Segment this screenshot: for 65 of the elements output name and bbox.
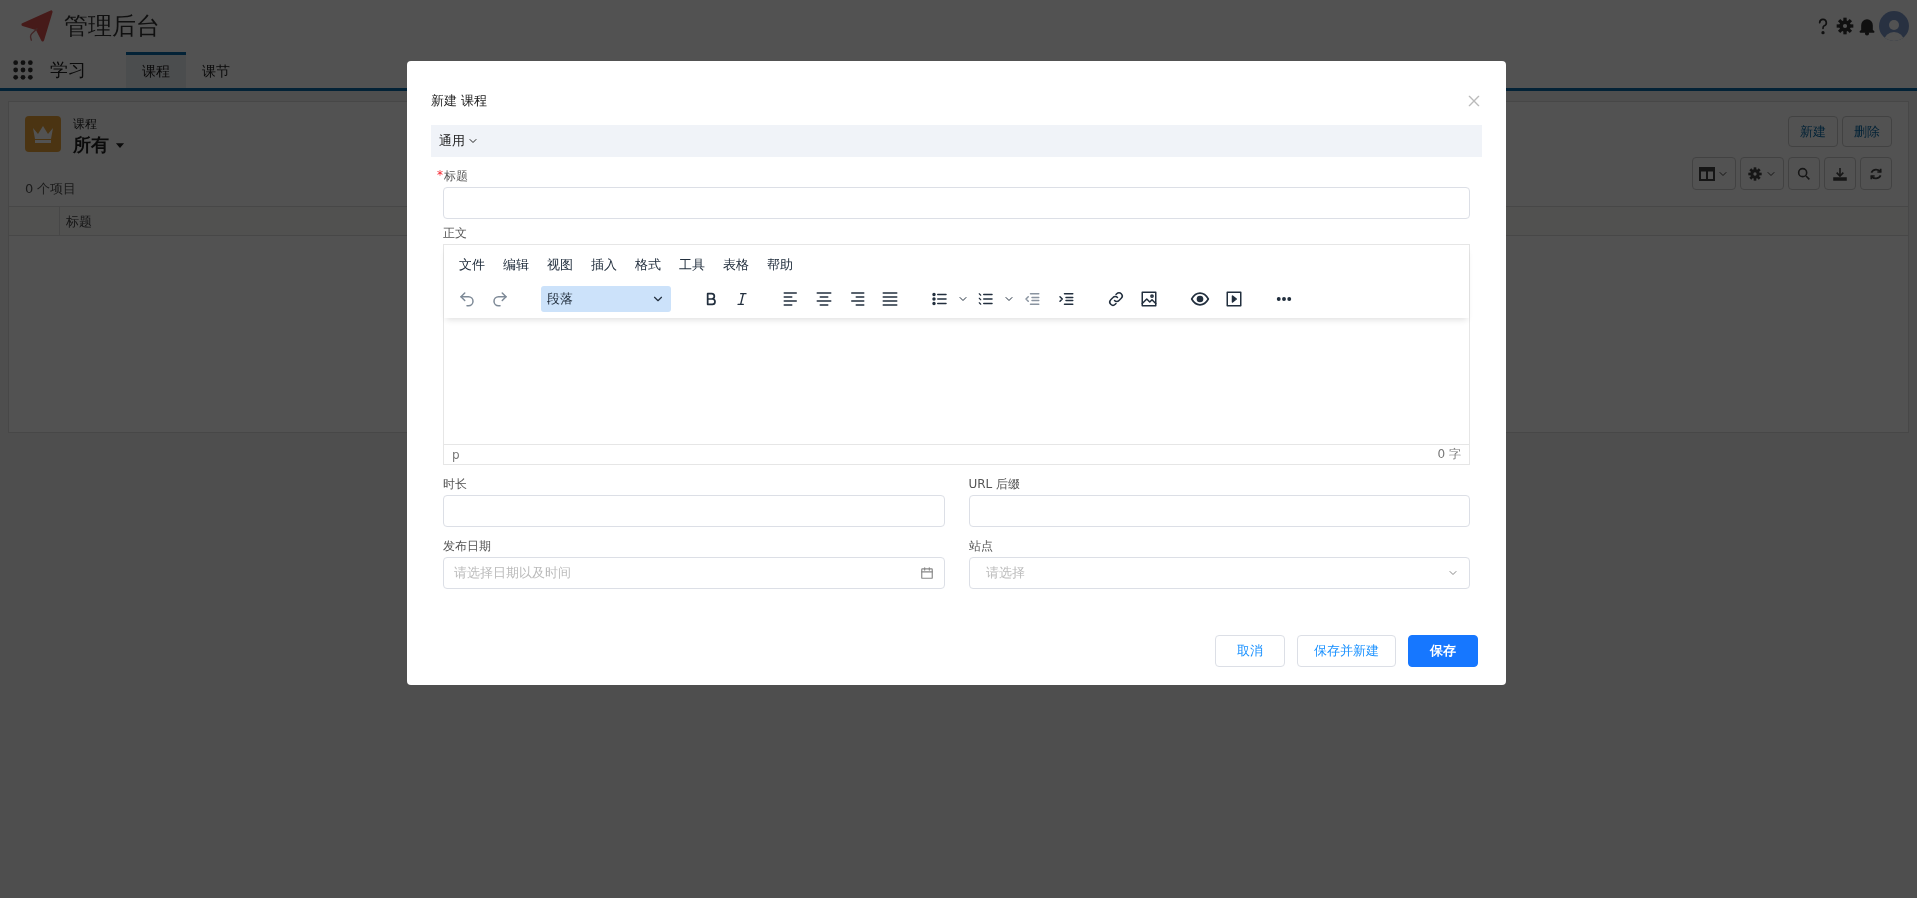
input-field[interactable]	[443, 187, 1470, 219]
crown-icon	[25, 116, 61, 152]
required-mark: *	[437, 168, 443, 184]
word-count: 0 字	[1437, 446, 1461, 463]
input-field[interactable]	[443, 495, 945, 527]
dialog-button[interactable]: 取消	[1215, 635, 1285, 667]
calendar-icon	[919, 566, 934, 580]
align-center-icon[interactable]	[815, 290, 833, 308]
gear-icon	[1747, 165, 1763, 182]
field-label: 时长	[443, 476, 467, 493]
dialog-button[interactable]: 保存并新建	[1297, 635, 1396, 667]
outdent-icon[interactable]	[1023, 290, 1041, 308]
editor-menu[interactable]: 文件	[452, 255, 492, 276]
editor-menu[interactable]: 插入	[584, 255, 624, 276]
nav-tab[interactable]: 课节	[186, 52, 246, 88]
app-name: 学习	[50, 58, 86, 82]
avatar[interactable]	[1879, 11, 1909, 41]
field-label: URL 后缀	[968, 476, 1021, 493]
editor-menu[interactable]: 格式	[628, 255, 668, 276]
input-field[interactable]	[968, 495, 1470, 527]
editor-menu[interactable]: 工具	[672, 255, 712, 276]
list-action-button[interactable]: 新建	[1788, 116, 1838, 147]
list-view-name[interactable]: 所有	[73, 133, 109, 157]
columns-icon	[1699, 166, 1715, 181]
align-justify-icon[interactable]	[881, 290, 899, 308]
nav-tab[interactable]: 课程	[126, 52, 186, 88]
element-path: p	[452, 447, 460, 462]
format-select[interactable]: 段落	[541, 286, 671, 312]
dialog-button[interactable]: 保存	[1408, 635, 1478, 667]
field-label: 正文	[443, 225, 468, 242]
download-button[interactable]	[1824, 157, 1856, 190]
object-label: 课程	[73, 116, 98, 133]
field-label: 发布日期	[443, 538, 491, 555]
list-action-button[interactable]: 删除	[1842, 116, 1892, 147]
editor-menu[interactable]: 编辑	[496, 255, 536, 276]
eye-icon[interactable]	[1190, 289, 1210, 309]
app-title: 管理后台	[64, 11, 160, 42]
dialog-title: 新建 课程	[431, 92, 488, 110]
numbered-list-icon[interactable]	[977, 290, 995, 308]
bullet-list-icon[interactable]	[931, 290, 949, 308]
align-left-icon[interactable]	[782, 290, 800, 308]
field-label: 标题	[444, 168, 468, 185]
editor-menu[interactable]: 表格	[716, 255, 756, 276]
editor-menu[interactable]: 帮助	[760, 255, 800, 276]
undo-icon[interactable]	[458, 290, 476, 308]
app-launcher-icon[interactable]	[12, 59, 34, 81]
columns-button[interactable]	[1692, 157, 1736, 190]
download-icon	[1831, 165, 1849, 182]
image-icon[interactable]	[1140, 290, 1158, 308]
section-header[interactable]: 通用	[431, 125, 1482, 157]
bell-icon[interactable]	[1857, 16, 1877, 36]
indent-icon[interactable]	[1057, 290, 1075, 308]
link-icon[interactable]	[1107, 290, 1125, 308]
play-icon[interactable]	[1225, 290, 1243, 308]
settings-button[interactable]	[1740, 157, 1784, 190]
italic-icon[interactable]	[734, 291, 750, 307]
field-label: 站点	[968, 538, 993, 555]
search-icon	[1795, 165, 1813, 182]
close-icon[interactable]	[1466, 93, 1482, 109]
search-button[interactable]	[1788, 157, 1820, 190]
redo-icon[interactable]	[491, 290, 509, 308]
refresh-button[interactable]	[1860, 157, 1892, 190]
align-right-icon[interactable]	[848, 290, 866, 308]
editor-menu[interactable]: 视图	[540, 255, 580, 276]
paper-plane-icon	[20, 9, 54, 43]
